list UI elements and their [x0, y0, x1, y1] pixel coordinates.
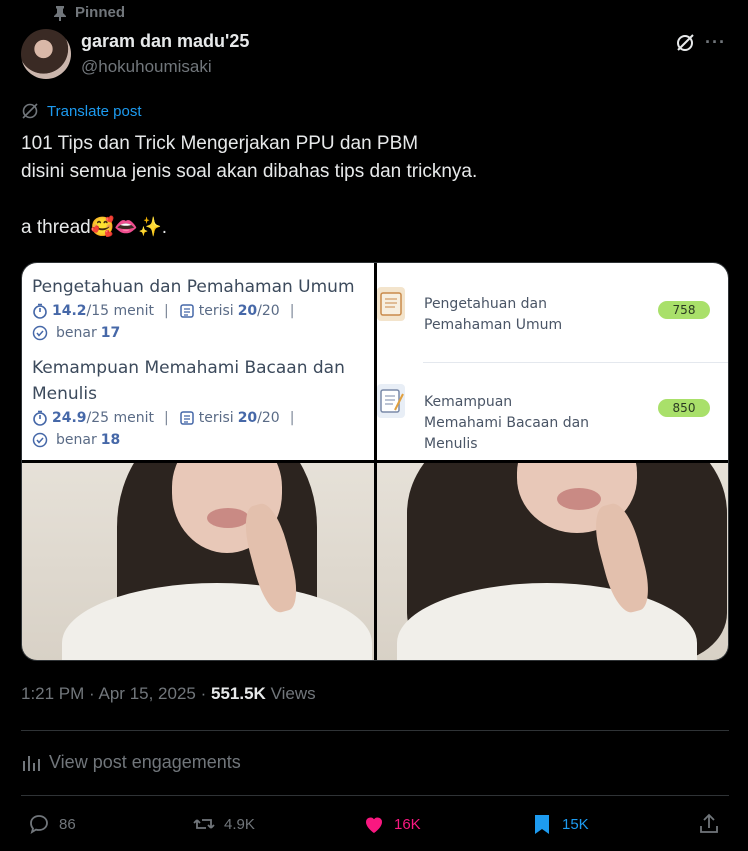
media-grid[interactable]: Pengetahuan dan Pemahaman Umum 14.2/15 m… — [21, 262, 729, 661]
section1-correct-value: 17 — [100, 325, 121, 341]
post-meta: 1:21 PM · Apr 15, 2025 · 551.5K Views — [21, 684, 316, 704]
separator: | — [289, 410, 295, 426]
meta-dot: · — [89, 684, 95, 703]
reply-count: 86 — [59, 815, 76, 833]
bookmark-button[interactable]: 15K — [530, 812, 589, 836]
grok-icon[interactable] — [674, 32, 696, 54]
reply-button[interactable]: 86 — [27, 812, 76, 836]
more-options-icon[interactable]: ··· — [705, 30, 729, 54]
section1-correct-label: benar — [56, 325, 97, 341]
post-date[interactable]: Apr 15, 2025 — [99, 684, 196, 703]
section2-filled-total: /20 — [257, 410, 280, 426]
translate-icon — [22, 103, 38, 119]
section1-stats: 14.2/15 menit | terisi 20/20 | — [32, 303, 304, 319]
score-badge: 850 — [658, 399, 710, 417]
section2-filled-value: 20 — [237, 410, 258, 426]
translate-post-link[interactable]: Translate post — [21, 102, 142, 120]
section1-filled-total: /20 — [257, 303, 280, 319]
lips — [557, 488, 601, 510]
stopwatch-icon — [33, 410, 47, 426]
divider — [21, 795, 729, 796]
engagements-label: View post engagements — [49, 752, 241, 772]
list-icon — [180, 304, 194, 318]
list-icon — [180, 411, 194, 425]
media-image-4[interactable] — [377, 463, 728, 660]
section1-filled-label: terisi — [198, 303, 234, 319]
avatar[interactable] — [21, 29, 71, 79]
section1-correct: benar 17 — [32, 325, 120, 341]
pinned-indicator: Pinned — [53, 4, 125, 21]
section2-time-total: /25 menit — [86, 410, 155, 426]
view-engagements-link[interactable]: View post engagements — [21, 752, 241, 773]
section1-time-value: 14.2 — [52, 303, 87, 319]
meta-dot: · — [200, 684, 207, 703]
section2-title-line1: Kemampuan Memahami Bacaan dan — [32, 358, 345, 378]
score-badge: 758 — [658, 301, 710, 319]
repost-icon — [193, 819, 215, 829]
check-circle-icon — [32, 325, 48, 341]
section2-title-line2: Menulis — [32, 384, 97, 404]
media-image-1[interactable]: Pengetahuan dan Pemahaman Umum 14.2/15 m… — [22, 263, 374, 460]
like-button[interactable]: 16K — [362, 812, 421, 836]
translate-label: Translate post — [47, 102, 142, 120]
post-text: 101 Tips dan Trick Mengerjakan PPU dan P… — [21, 133, 478, 238]
section1-time-total: /15 menit — [86, 303, 155, 319]
repost-count: 4.9K — [224, 815, 255, 833]
views-label: Views — [270, 684, 316, 703]
share-icon — [700, 813, 718, 833]
section2-correct-label: benar — [56, 432, 97, 448]
views-count: 551.5K — [211, 684, 266, 703]
heart-icon — [366, 817, 382, 833]
notepad-icon — [377, 384, 405, 418]
list-item-label: Pengetahuan dan Pemahaman Umum — [424, 296, 563, 333]
like-count: 16K — [394, 815, 421, 833]
author-handle[interactable]: @hokuhoumisaki — [81, 57, 212, 77]
section2-stats: 24.9/25 menit | terisi 20/20 | — [32, 410, 304, 426]
bookmark-count: 15K — [562, 815, 589, 833]
section1-filled-value: 20 — [237, 303, 258, 319]
section2-correct-value: 18 — [100, 432, 121, 448]
section1-title: Pengetahuan dan Pemahaman Umum — [32, 277, 355, 297]
repost-button[interactable]: 4.9K — [192, 812, 255, 836]
reply-icon — [30, 815, 48, 834]
separator: | — [164, 303, 169, 319]
media-image-3[interactable] — [22, 463, 374, 660]
pin-icon — [54, 5, 66, 21]
check-circle-icon — [32, 432, 48, 448]
post-time[interactable]: 1:21 PM — [21, 684, 84, 703]
section2-filled-label: terisi — [198, 410, 234, 426]
lips — [207, 508, 249, 528]
share-button[interactable] — [697, 812, 721, 836]
separator: | — [164, 410, 169, 426]
section2-correct: benar 18 — [32, 432, 120, 448]
book-icon — [377, 287, 405, 321]
divider — [21, 730, 729, 731]
stopwatch-icon — [33, 303, 47, 319]
author-name[interactable]: garam dan madu'25 — [81, 31, 249, 52]
analytics-icon — [23, 755, 40, 771]
divider — [423, 362, 728, 363]
pinned-label: Pinned — [75, 4, 126, 21]
list-item-label: Kemampuan Memahami Bacaan dan Menulis — [424, 394, 590, 452]
section2-time-value: 24.9 — [52, 410, 87, 426]
separator: | — [289, 303, 295, 319]
bookmark-icon — [535, 815, 549, 834]
media-image-2[interactable]: Pengetahuan dan Pemahaman Umum 758 Kemam… — [377, 263, 728, 460]
